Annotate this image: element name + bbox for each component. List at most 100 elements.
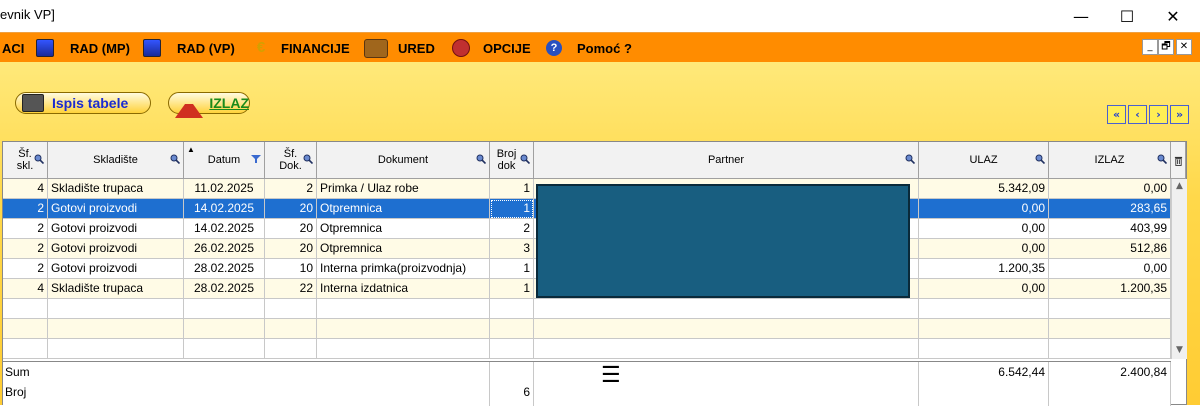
- cell-sifra-skl: 4: [3, 279, 48, 299]
- empty-cell: [184, 339, 265, 359]
- printer-icon: [22, 94, 44, 112]
- filter-icon[interactable]: [251, 154, 261, 164]
- header-broj-dok[interactable]: Broj dok: [490, 142, 534, 179]
- empty-cell: [919, 319, 1049, 339]
- search-icon[interactable]: [170, 154, 180, 164]
- mdi-restore-button[interactable]: 🗗: [1158, 39, 1174, 55]
- menu-item-aci[interactable]: ACI: [2, 33, 24, 63]
- cell-skladiste: Gotovi proizvodi: [48, 199, 184, 219]
- menu-item-ured[interactable]: URED: [364, 33, 435, 63]
- empty-cell: [265, 339, 317, 359]
- search-icon[interactable]: [476, 154, 486, 164]
- vertical-scrollbar[interactable]: ▲ ▼: [1171, 179, 1187, 359]
- maximize-button[interactable]: ☐: [1104, 0, 1150, 32]
- cell-ulaz: 0,00: [919, 219, 1049, 239]
- header-label: Dokument: [377, 154, 429, 166]
- search-icon[interactable]: [303, 154, 313, 164]
- nav-prev-button[interactable]: ‹: [1128, 105, 1147, 124]
- header-izlaz[interactable]: IZLAZ: [1049, 142, 1171, 179]
- menu-item-label: ACI: [2, 40, 25, 56]
- cell-broj: 3: [490, 239, 534, 259]
- header-skladiste[interactable]: Skladište: [48, 142, 184, 179]
- house-icon: [175, 88, 204, 118]
- empty-row: [3, 299, 1171, 319]
- window-title: evnik VP]: [0, 7, 55, 22]
- cell-sifra-dok: 20: [265, 199, 317, 219]
- cell-izlaz: 0,00: [1049, 179, 1171, 199]
- empty-cell: [3, 299, 48, 319]
- cell-izlaz: 283,65: [1049, 199, 1171, 219]
- nav-last-button[interactable]: »: [1170, 105, 1189, 124]
- cell-izlaz: 403,99: [1049, 219, 1171, 239]
- window-title-bar: evnik VP] — ☐ ✕: [0, 0, 1200, 32]
- search-icon[interactable]: [905, 154, 915, 164]
- menu-item-label: RAD (MP): [70, 40, 130, 56]
- nav-next-button[interactable]: ›: [1149, 105, 1168, 124]
- empty-cell: [919, 339, 1049, 359]
- trash-icon[interactable]: [1174, 155, 1183, 166]
- search-icon[interactable]: [1157, 154, 1167, 164]
- cell-datum: 14.02.2025: [184, 199, 265, 219]
- header-sifra-skl[interactable]: Šf. skl.: [3, 142, 48, 179]
- empty-row: [3, 319, 1171, 339]
- cell-sifra-skl: 4: [3, 179, 48, 199]
- cell-skladiste: Skladište trupaca: [48, 179, 184, 199]
- scroll-up-arrow-icon[interactable]: ▲: [1172, 179, 1187, 193]
- header-ulaz[interactable]: ULAZ: [919, 142, 1049, 179]
- exit-button[interactable]: IZLAZ: [168, 92, 250, 118]
- header-sifra-dok[interactable]: Šf. Dok.: [265, 142, 317, 179]
- cell-ulaz: 0,00: [919, 279, 1049, 299]
- cell-sifra-dok: 10: [265, 259, 317, 279]
- pc-icon: [36, 39, 54, 57]
- close-button[interactable]: ✕: [1150, 0, 1196, 32]
- menu-item-rad-mp[interactable]: RAD (MP): [36, 33, 130, 63]
- menu-item-pomoc[interactable]: ? Pomoć ?: [546, 33, 632, 63]
- cell-ulaz: 1.200,35: [919, 259, 1049, 279]
- header-datum[interactable]: ▲ Datum: [184, 142, 265, 179]
- header-partner[interactable]: Partner: [534, 142, 919, 179]
- print-table-button[interactable]: Ispis tabele: [15, 92, 151, 114]
- empty-cell: [3, 319, 48, 339]
- search-icon[interactable]: [520, 154, 530, 164]
- count-value: 6: [523, 385, 530, 399]
- header-label: Broj dok: [496, 148, 517, 172]
- mdi-minimize-button[interactable]: _: [1142, 39, 1158, 55]
- cell-skladiste: Gotovi proizvodi: [48, 219, 184, 239]
- menu-item-rad-vp[interactable]: RAD (VP): [143, 33, 235, 63]
- cell-datum: 14.02.2025: [184, 219, 265, 239]
- minimize-button[interactable]: —: [1058, 0, 1104, 32]
- menu-item-label: Pomoć ?: [577, 40, 632, 56]
- cell-datum: 28.02.2025: [184, 279, 265, 299]
- cell-ulaz: 0,00: [919, 199, 1049, 219]
- sort-asc-icon: ▲: [187, 145, 195, 154]
- exit-label: IZLAZ: [209, 95, 249, 111]
- cell-broj: 1: [490, 259, 534, 279]
- mdi-close-button[interactable]: ✕: [1176, 39, 1192, 55]
- header-dokument[interactable]: Dokument: [317, 142, 490, 179]
- menu-item-financije[interactable]: € FINANCIJE: [253, 33, 350, 63]
- empty-cell: [534, 319, 919, 339]
- header-delete[interactable]: [1171, 142, 1186, 179]
- menu-icon[interactable]: ☰: [601, 362, 621, 388]
- search-icon[interactable]: [34, 154, 44, 164]
- footer-partner-cell: [534, 362, 919, 406]
- cell-dokument: Otpremnica: [317, 219, 490, 239]
- empty-cell: [534, 299, 919, 319]
- nav-first-button[interactable]: «: [1107, 105, 1126, 124]
- cell-skladiste: Gotovi proizvodi: [48, 239, 184, 259]
- empty-cell: [317, 299, 490, 319]
- menu-item-opcije[interactable]: OPCIJE: [452, 33, 531, 63]
- cell-izlaz: 1.200,35: [1049, 279, 1171, 299]
- cell-datum: 11.02.2025: [184, 179, 265, 199]
- header-label: Datum: [207, 154, 241, 166]
- scroll-down-arrow-icon[interactable]: ▼: [1172, 343, 1187, 357]
- empty-cell: [265, 319, 317, 339]
- cell-broj: 1: [490, 179, 534, 199]
- empty-cell: [317, 319, 490, 339]
- header-label: Skladište: [93, 154, 138, 166]
- search-icon[interactable]: [1035, 154, 1045, 164]
- print-table-label: Ispis tabele: [52, 95, 129, 111]
- options-icon: [452, 39, 470, 57]
- cell-sifra-dok: 22: [265, 279, 317, 299]
- cell-dokument: Otpremnica: [317, 199, 490, 219]
